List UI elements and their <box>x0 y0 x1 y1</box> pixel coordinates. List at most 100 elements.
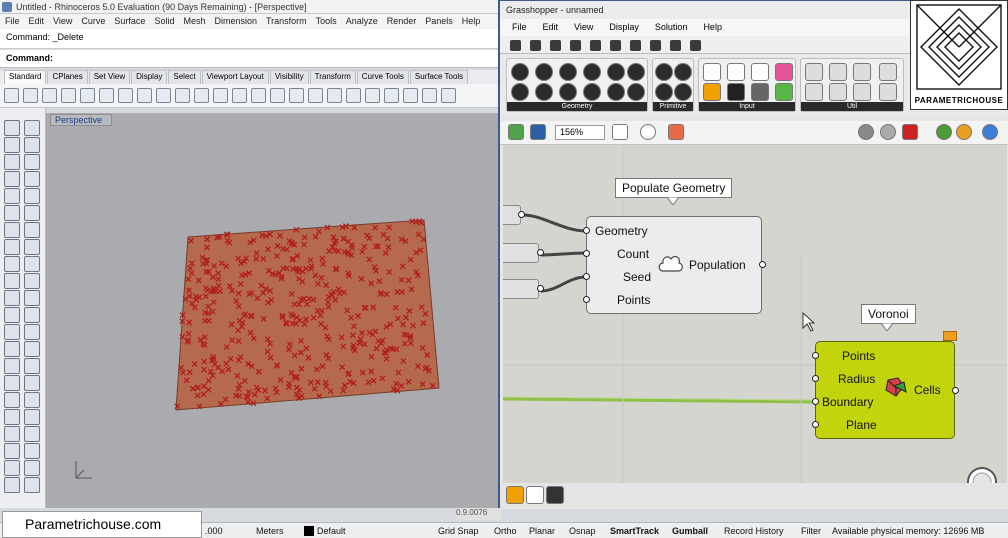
populate-input-geometry[interactable]: Geometry <box>595 224 648 238</box>
rhino-menu-curve[interactable]: Curve <box>81 14 105 29</box>
cherries-icon[interactable] <box>829 83 847 101</box>
fitness-icon[interactable] <box>879 63 897 81</box>
rhino-tool-icon[interactable] <box>4 137 20 153</box>
rhino-tool-icon[interactable] <box>24 154 40 170</box>
boolean-param-icon[interactable] <box>655 63 673 81</box>
rhino-tool-icon[interactable] <box>4 409 20 425</box>
display-settings-icon[interactable] <box>982 124 998 140</box>
voronoi-cells-grip[interactable] <box>952 387 959 394</box>
text-param-icon[interactable] <box>674 83 692 101</box>
data-dam-icon[interactable] <box>805 83 823 101</box>
populate-output-population[interactable]: Population <box>689 258 746 272</box>
rhino-menu-dimension[interactable]: Dimension <box>214 14 257 29</box>
button-icon[interactable] <box>727 83 745 101</box>
undo-icon[interactable] <box>156 88 171 103</box>
brep-param-icon[interactable] <box>559 83 577 101</box>
curve-param-icon[interactable] <box>607 63 625 81</box>
transform-tab-icon[interactable] <box>670 40 681 51</box>
cluster-icon[interactable] <box>829 63 847 81</box>
voronoi-input-points[interactable]: Points <box>842 349 875 363</box>
zoom-extents-icon[interactable] <box>251 88 266 103</box>
rhino-tool-icon[interactable] <box>4 222 20 238</box>
rhino-tool-icon[interactable] <box>24 137 40 153</box>
rhino-tool-icon[interactable] <box>4 341 20 357</box>
voronoi-input-boundary[interactable]: Boundary <box>822 395 873 409</box>
smarttrack-toggle[interactable]: SmartTrack <box>610 525 659 537</box>
potion-icon[interactable] <box>879 83 897 101</box>
layers-icon[interactable] <box>327 88 342 103</box>
rhino-tool-icon[interactable] <box>4 205 20 221</box>
rhino-menu-surface[interactable]: Surface <box>114 14 145 29</box>
sets-tab-icon[interactable] <box>550 40 561 51</box>
viewport-tab[interactable]: Perspective <box>50 114 112 126</box>
seed-slider[interactable] <box>503 279 539 299</box>
rhino-tool-icon[interactable] <box>4 290 20 306</box>
populate-input-seed[interactable]: Seed <box>623 270 651 284</box>
rhino-menu-edit[interactable]: Edit <box>29 14 45 29</box>
rhino-tool-icon[interactable] <box>24 392 40 408</box>
voronoi-boundary-grip[interactable] <box>812 398 819 405</box>
display-tab-icon[interactable] <box>690 40 701 51</box>
vector-param-icon[interactable] <box>535 63 553 81</box>
rhino-tool-icon[interactable] <box>24 324 40 340</box>
cut-icon[interactable] <box>99 88 114 103</box>
rhino-tool-icon[interactable] <box>24 273 40 289</box>
value-list-icon[interactable] <box>727 63 745 81</box>
cluster-widget-icon[interactable] <box>506 486 524 504</box>
rhino-tool-icon[interactable] <box>4 307 20 323</box>
zoom-dropdown[interactable]: 156% <box>555 125 605 140</box>
rhino-tool-icon[interactable] <box>4 273 20 289</box>
rhino-tool-icon[interactable] <box>4 460 20 476</box>
rhino-tool-icon[interactable] <box>24 290 40 306</box>
command-prompt-input[interactable]: Command: <box>0 50 500 68</box>
gh-menu-edit[interactable]: Edit <box>543 19 559 36</box>
rhino-tool-icon[interactable] <box>4 188 20 204</box>
voronoi-plane-grip[interactable] <box>812 421 819 428</box>
sketch-pen-icon[interactable] <box>668 124 684 140</box>
populate-input-count[interactable]: Count <box>617 247 649 261</box>
planar-toggle[interactable]: Planar <box>529 525 555 537</box>
rhino-tool-icon[interactable] <box>24 222 40 238</box>
rhino-menu-file[interactable]: File <box>5 14 20 29</box>
galapagos-icon[interactable] <box>805 63 823 81</box>
markov-widget-icon[interactable] <box>546 486 564 504</box>
gh-menu-help[interactable]: Help <box>703 19 722 36</box>
rhino-tool-icon[interactable] <box>24 205 40 221</box>
rhino-menu-transform[interactable]: Transform <box>266 14 307 29</box>
voronoi-input-plane[interactable]: Plane <box>846 418 877 432</box>
osnap-toggle[interactable]: Osnap <box>569 525 596 537</box>
pan-hand-icon[interactable] <box>175 88 190 103</box>
populate-points-grip[interactable] <box>583 296 590 303</box>
units-field[interactable]: Meters <box>256 525 284 537</box>
rhino-tool-icon[interactable] <box>4 375 20 391</box>
ortho-toggle[interactable]: Ortho <box>494 525 517 537</box>
new-file-icon[interactable] <box>4 88 19 103</box>
tab-viewport-layout[interactable]: Viewport Layout <box>201 70 269 84</box>
zoom-window-icon[interactable] <box>232 88 247 103</box>
vector-tab-icon[interactable] <box>570 40 581 51</box>
selected-preview-icon[interactable] <box>902 124 918 140</box>
gh-menu-view[interactable]: View <box>574 19 593 36</box>
gh-canvas[interactable]: Populate Geometry Geometry Count Seed Po… <box>503 145 1007 483</box>
rhino-tool-icon[interactable] <box>24 409 40 425</box>
paste-icon[interactable] <box>118 88 133 103</box>
voronoi-component[interactable]: Points Radius Boundary Plane Cells <box>815 341 955 439</box>
save-file-icon[interactable] <box>530 124 546 140</box>
rhino-menu-tools[interactable]: Tools <box>316 14 337 29</box>
populate-geometry-component[interactable]: Geometry Count Seed Points Population <box>586 216 762 314</box>
populate-input-points[interactable]: Points <box>617 293 650 307</box>
md-slider-icon[interactable] <box>775 83 793 101</box>
rhino-tool-icon[interactable] <box>4 239 20 255</box>
count-slider-output[interactable] <box>537 249 544 256</box>
rhino-menu-mesh[interactable]: Mesh <box>183 14 205 29</box>
document-preview-icon[interactable] <box>956 124 972 140</box>
help-icon[interactable] <box>441 88 456 103</box>
tab-set-view[interactable]: Set View <box>88 70 131 84</box>
layer-field[interactable]: Default <box>317 525 346 537</box>
boolean-toggle-icon[interactable] <box>751 63 769 81</box>
gh-menu-file[interactable]: File <box>512 19 527 36</box>
integer-param-icon[interactable] <box>674 63 692 81</box>
voronoi-radius-grip[interactable] <box>812 375 819 382</box>
rhino-tool-icon[interactable] <box>4 358 20 374</box>
rectangle-surface[interactable] <box>175 219 440 411</box>
